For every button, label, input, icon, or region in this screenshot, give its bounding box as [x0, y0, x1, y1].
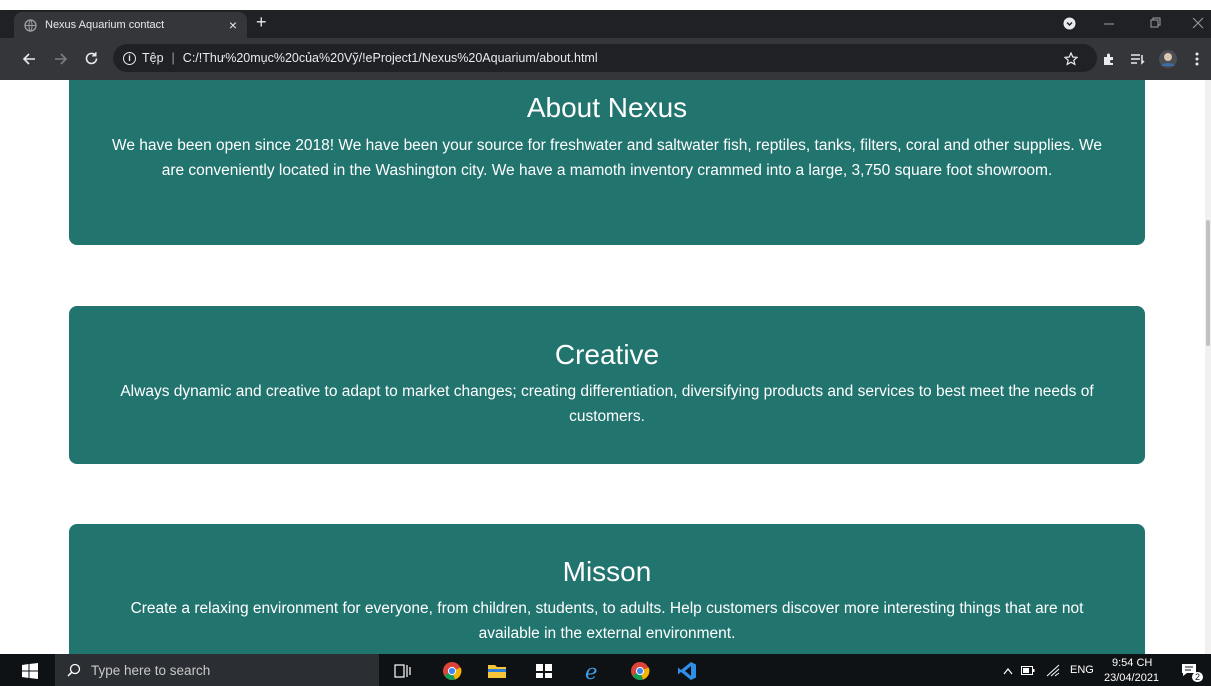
- windows-taskbar: Type here to search e ENG 9:54 CH 23/04/…: [0, 654, 1211, 686]
- mission-card: Misson Create a relaxing environment for…: [69, 524, 1145, 654]
- wifi-icon[interactable]: [1046, 664, 1060, 677]
- store-app-icon[interactable]: [533, 660, 555, 682]
- about-card: About Nexus We have been open since 2018…: [69, 80, 1145, 245]
- reading-list-icon[interactable]: [1130, 52, 1145, 66]
- scrollbar-thumb[interactable]: [1206, 220, 1210, 346]
- url-separator: |: [171, 51, 175, 65]
- windows-start-icon[interactable]: [22, 663, 38, 679]
- page-viewport: About Nexus We have been open since 2018…: [0, 80, 1205, 654]
- file-explorer-icon[interactable]: [486, 660, 508, 682]
- new-tab-button[interactable]: +: [256, 12, 267, 33]
- internet-explorer-icon[interactable]: e: [582, 660, 604, 682]
- card-heading: Creative: [554, 339, 660, 370]
- chrome-pinned-icon[interactable]: [629, 660, 651, 682]
- back-icon[interactable]: [22, 52, 36, 66]
- url-text: C:/!Thư%20mục%20của%20Vỹ/!eProject1/Nexu…: [182, 51, 598, 65]
- globe-icon: [24, 18, 37, 32]
- page-scrollbar[interactable]: [1205, 80, 1211, 654]
- search-placeholder: Type here to search: [91, 662, 211, 678]
- chevron-up-icon[interactable]: [1003, 667, 1013, 675]
- clock-date[interactable]: 23/04/2021: [1104, 672, 1159, 684]
- language-indicator[interactable]: ENG: [1070, 664, 1094, 676]
- tab-strip: Nexus Aquarium contact × +: [0, 10, 1211, 38]
- creative-card: Creative Always dynamic and creative to …: [69, 306, 1145, 464]
- avatar[interactable]: [1158, 49, 1178, 69]
- profile-dropdown-icon[interactable]: [1063, 17, 1076, 30]
- clock-time[interactable]: 9:54 CH: [1112, 657, 1152, 669]
- card-text: Create a relaxing environment for everyo…: [130, 600, 1084, 642]
- taskbar-search[interactable]: Type here to search: [55, 654, 379, 686]
- card-heading: Misson: [562, 556, 652, 587]
- chrome-app-icon[interactable]: [441, 660, 463, 682]
- url-prefix: Tệp: [142, 51, 164, 65]
- forward-icon[interactable]: [54, 52, 68, 66]
- close-window-icon[interactable]: [1192, 17, 1204, 29]
- menu-icon[interactable]: [1194, 51, 1200, 67]
- svg-text:e: e: [585, 660, 597, 682]
- bookmark-star-icon[interactable]: [1064, 52, 1078, 66]
- minimize-icon[interactable]: [1103, 19, 1115, 29]
- tab-title: Nexus Aquarium contact: [45, 19, 165, 31]
- card-text: Always dynamic and creative to adapt to …: [120, 383, 1094, 425]
- extensions-icon[interactable]: [1102, 52, 1116, 66]
- restore-icon[interactable]: [1150, 17, 1162, 29]
- vscode-icon[interactable]: [676, 660, 698, 682]
- reload-icon[interactable]: [84, 51, 99, 66]
- card-text: We have been open since 2018! We have be…: [112, 137, 1102, 179]
- notification-badge: 2: [1192, 672, 1204, 682]
- site-info-icon[interactable]: i: [123, 51, 136, 65]
- browser-toolbar: i Tệp | C:/!Thư%20mục%20của%20Vỹ/!eProje…: [0, 38, 1211, 80]
- battery-icon[interactable]: [1021, 666, 1035, 675]
- card-heading: About Nexus: [526, 92, 688, 123]
- browser-tab[interactable]: Nexus Aquarium contact ×: [14, 12, 247, 38]
- search-icon: [67, 663, 81, 677]
- tab-close-icon[interactable]: ×: [229, 17, 237, 33]
- address-bar[interactable]: i Tệp | C:/!Thư%20mục%20của%20Vỹ/!eProje…: [113, 44, 1097, 72]
- task-view-icon[interactable]: [392, 660, 414, 682]
